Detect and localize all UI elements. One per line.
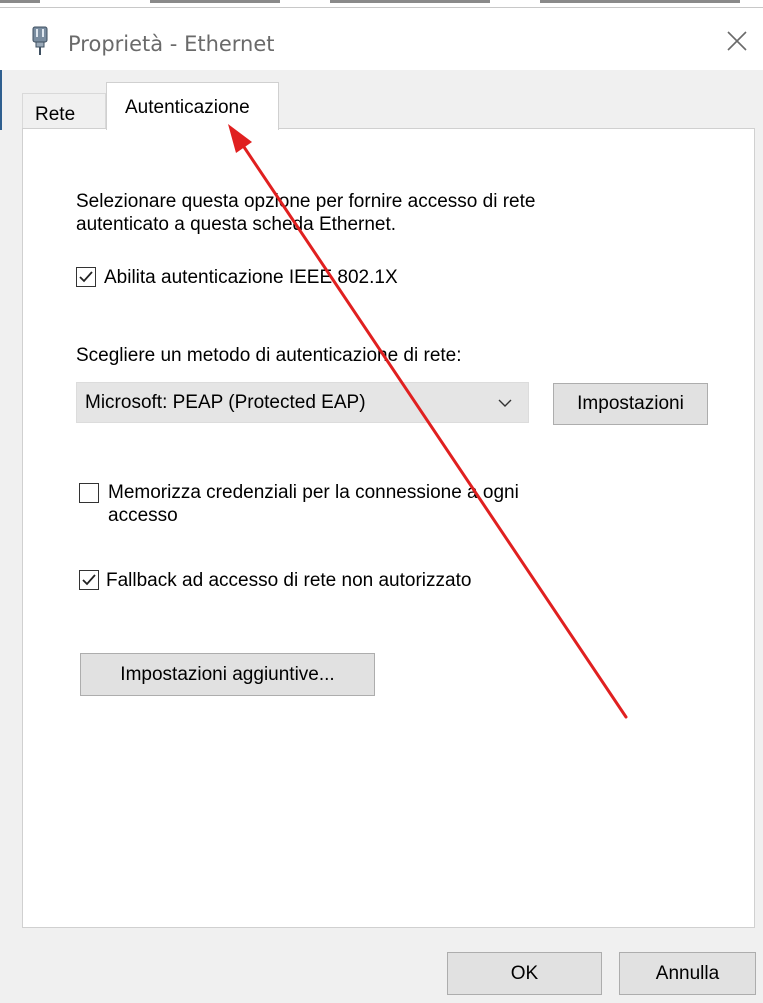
checkmark-icon bbox=[82, 574, 96, 586]
title-bar: Proprietà - Ethernet bbox=[0, 8, 763, 70]
remember-credentials-line-2: accesso bbox=[108, 505, 178, 526]
additional-settings-button[interactable]: Impostazioni aggiuntive... bbox=[80, 653, 375, 696]
method-label: Scegliere un metodo di autenticazione di… bbox=[76, 345, 462, 366]
auth-method-select[interactable]: Microsoft: PEAP (Protected EAP) bbox=[76, 382, 529, 423]
close-icon bbox=[727, 31, 747, 51]
fallback-checkbox[interactable] bbox=[79, 570, 99, 590]
background-window-edge-left bbox=[0, 60, 2, 130]
ok-button[interactable]: OK bbox=[447, 952, 602, 995]
background-window-edge bbox=[0, 0, 763, 8]
checkmark-icon bbox=[79, 271, 93, 283]
authentication-panel bbox=[22, 128, 755, 928]
network-adapter-icon bbox=[30, 26, 50, 56]
window-title: Proprietà - Ethernet bbox=[68, 32, 275, 56]
description-text: Selezionare questa opzione per fornire a… bbox=[76, 190, 636, 236]
tab-rete[interactable]: Rete bbox=[22, 93, 106, 129]
description-line-2: autenticato a questa scheda Ethernet. bbox=[76, 214, 397, 235]
remember-credentials-checkbox[interactable] bbox=[79, 483, 99, 503]
auth-method-value: Microsoft: PEAP (Protected EAP) bbox=[85, 392, 366, 413]
remember-credentials-label: Memorizza credenziali per la connessione… bbox=[108, 481, 519, 527]
settings-button[interactable]: Impostazioni bbox=[553, 383, 708, 425]
tab-rete-label: Rete bbox=[35, 104, 76, 125]
description-line-1: Selezionare questa opzione per fornire a… bbox=[76, 191, 536, 212]
cancel-button[interactable]: Annulla bbox=[619, 952, 756, 995]
chevron-down-icon bbox=[498, 399, 512, 407]
enable-8021x-label: Abilita autenticazione IEEE 802.1X bbox=[104, 267, 398, 288]
enable-8021x-checkbox[interactable] bbox=[76, 267, 96, 287]
close-button[interactable] bbox=[724, 28, 750, 54]
tab-autenticazione-label: Autenticazione bbox=[125, 97, 250, 118]
remember-credentials-line-1: Memorizza credenziali per la connessione… bbox=[108, 482, 519, 503]
fallback-label: Fallback ad accesso di rete non autorizz… bbox=[106, 570, 472, 591]
tab-autenticazione[interactable]: Autenticazione bbox=[106, 82, 279, 130]
